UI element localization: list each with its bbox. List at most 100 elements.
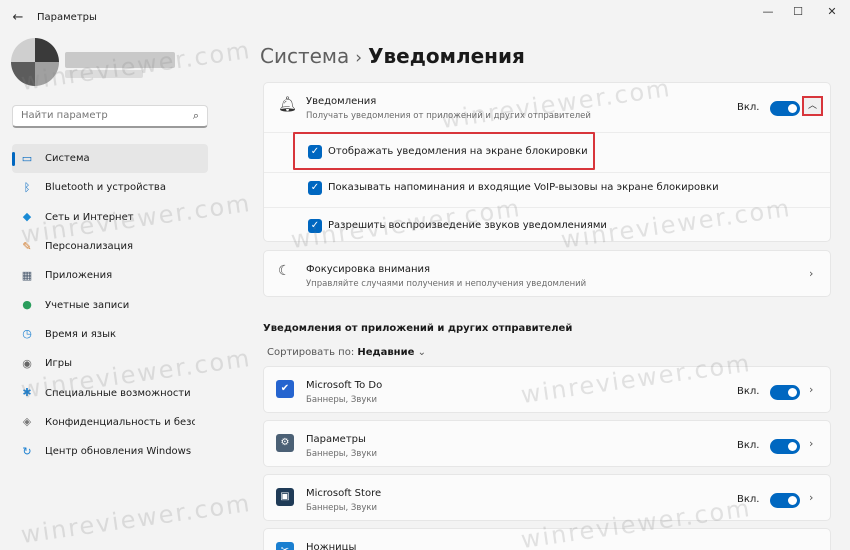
chevron-right-icon: ›	[809, 491, 814, 504]
avatar[interactable]	[11, 38, 59, 86]
app-name: Ножницы	[306, 542, 357, 550]
notifications-toggle[interactable]	[770, 101, 800, 116]
chevron-right-icon: ›	[809, 267, 814, 280]
divider	[264, 207, 830, 208]
app-state-label: Вкл.	[737, 386, 760, 397]
app-notification-row[interactable]: ▣ Microsoft Store Баннеры, Звуки Вкл. ›	[263, 474, 831, 521]
chevron-down-icon: ⌄	[417, 347, 426, 358]
app-notification-types: Баннеры, Звуки	[306, 395, 378, 405]
scissors-icon: ✂	[276, 542, 294, 550]
sidebar-item-label: Персонализация	[45, 241, 133, 253]
brush-icon: ✎	[22, 239, 32, 253]
sidebar-item[interactable]: ✎ Персонализация	[12, 232, 208, 261]
search-icon[interactable]: ⌕	[193, 109, 199, 123]
breadcrumb-parent[interactable]: Система	[260, 44, 349, 68]
sidebar-item[interactable]: ◈ Конфиденциальность и безопасность	[12, 408, 208, 437]
update-icon: ↻	[22, 444, 32, 458]
app-state-label: Вкл.	[737, 440, 760, 451]
notifications-state-label: Вкл.	[737, 102, 760, 113]
app-notification-row[interactable]: ✔ Microsoft To Do Баннеры, Звуки Вкл. ›	[263, 366, 831, 413]
sidebar-item[interactable]: ◉ Игры	[12, 349, 208, 378]
sidebar-item-label: Игры	[45, 358, 72, 370]
sort-control[interactable]: Сортировать по: Недавние ⌄	[267, 347, 426, 358]
app-notification-row[interactable]: ✂ Ножницы	[263, 528, 831, 550]
arrow-left-icon: ←	[12, 10, 24, 25]
focus-card[interactable]: ☾ Фокусировка внимания Управляйте случая…	[263, 250, 831, 297]
app-notification-toggle[interactable]	[770, 493, 800, 508]
title-bar: ← Параметры — ☐ ✕	[0, 0, 850, 36]
sidebar-item-label: Центр обновления Windows	[45, 446, 192, 458]
settings-gear-icon: ⚙	[276, 434, 294, 452]
accessibility-icon: ✱	[22, 386, 32, 400]
sidebar-item-label: Специальные возможности	[45, 387, 191, 399]
gamepad-icon: ◉	[22, 356, 32, 370]
settings-window: ← Параметры — ☐ ✕ ⌕ ▭ Система ᛒ Bluetooth и…	[0, 0, 850, 550]
focus-description: Управляйте случаями получения и неполуче…	[306, 279, 587, 289]
notifications-title: Уведомления	[306, 96, 377, 107]
collapse-button[interactable]: ︿	[802, 96, 823, 116]
app-notification-toggle[interactable]	[770, 385, 800, 400]
person-icon: ●	[22, 298, 32, 312]
wifi-icon: ◆	[22, 210, 32, 224]
sidebar-item-label: Система	[45, 153, 90, 165]
chevron-up-icon: ︿	[807, 101, 817, 111]
sidebar-item[interactable]: ◷ Время и язык	[12, 320, 208, 349]
sidebar-item[interactable]: ▭ Система	[12, 144, 208, 174]
search-box: ⌕	[12, 105, 208, 128]
sidebar-item[interactable]: ● Учетные записи	[12, 290, 208, 319]
globe-clock-icon: ◷	[22, 327, 32, 341]
checkbox-sounds-label: Разрешить воспроизведение звуков уведомл…	[328, 220, 607, 231]
sidebar-item[interactable]: ↻ Центр обновления Windows	[12, 437, 208, 466]
app-notification-row[interactable]: ⚙ Параметры Баннеры, Звуки Вкл. ›	[263, 420, 831, 467]
breadcrumb: Система › Уведомления	[260, 44, 525, 68]
notifications-description: Получать уведомления от приложений и дру…	[306, 111, 591, 121]
minimize-button[interactable]: —	[753, 4, 783, 20]
app-notification-types: Баннеры, Звуки	[306, 449, 378, 459]
shield-icon: ◈	[22, 415, 32, 429]
search-input[interactable]	[21, 106, 181, 125]
sidebar-item-label: Bluetooth и устройства	[45, 182, 166, 194]
chevron-right-icon: ›	[809, 383, 814, 396]
sidebar-item-label: Сеть и Интернет	[45, 211, 134, 223]
maximize-button[interactable]: ☐	[783, 4, 813, 20]
app-state-label: Вкл.	[737, 494, 760, 505]
app-notification-types: Баннеры, Звуки	[306, 503, 378, 513]
breadcrumb-separator: ›	[355, 48, 363, 68]
watermark: winreviewer.com	[19, 488, 254, 550]
sidebar-nav: ▭ Система ᛒ Bluetooth и устройства ◆ Сеть и И…	[12, 144, 208, 466]
focus-title: Фокусировка внимания	[306, 264, 431, 275]
app-name: Параметры	[306, 434, 366, 445]
close-button[interactable]: ✕	[817, 4, 847, 20]
checkbox-sounds[interactable]: ✓	[308, 219, 322, 233]
apps-icon: ▦	[21, 268, 33, 282]
sort-value: Недавние	[357, 347, 415, 358]
sidebar-item-label: Учетные записи	[45, 299, 130, 311]
store-bag-icon: ▣	[276, 488, 294, 506]
moon-icon: ☾	[278, 263, 291, 279]
sort-label: Сортировать по:	[267, 347, 355, 358]
back-button[interactable]: ←	[8, 9, 28, 27]
apps-section-heading: Уведомления от приложений и других отпра…	[263, 323, 573, 334]
highlight-box	[293, 132, 595, 170]
checkbox-voip-reminders-label: Показывать напоминания и входящие VoIP-в…	[328, 182, 719, 193]
bell-icon: 🔔︎	[278, 95, 298, 113]
sidebar-item[interactable]: ▦ Приложения	[12, 261, 208, 290]
app-name: Microsoft To Do	[306, 380, 383, 391]
account-name-blurred	[65, 52, 175, 68]
chevron-right-icon: ›	[809, 437, 814, 450]
checkbox-voip-reminders[interactable]: ✓	[308, 181, 322, 195]
account-email-blurred	[65, 70, 143, 78]
sidebar-item[interactable]: ✱ Специальные возможности	[12, 378, 208, 407]
sidebar-item-label: Приложения	[45, 270, 113, 282]
page-title: Уведомления	[368, 44, 525, 68]
window-title: Параметры	[37, 12, 97, 23]
monitor-icon: ▭	[21, 151, 33, 165]
sidebar-item[interactable]: ◆ Сеть и Интернет	[12, 203, 208, 232]
todo-check-icon: ✔	[276, 380, 294, 398]
app-name: Microsoft Store	[306, 488, 382, 499]
app-notification-toggle[interactable]	[770, 439, 800, 454]
divider	[264, 172, 830, 173]
bluetooth-icon: ᛒ	[23, 180, 31, 194]
sidebar-item-label: Конфиденциальность и безопасность	[45, 416, 195, 428]
sidebar-item[interactable]: ᛒ Bluetooth и устройства	[12, 173, 208, 202]
